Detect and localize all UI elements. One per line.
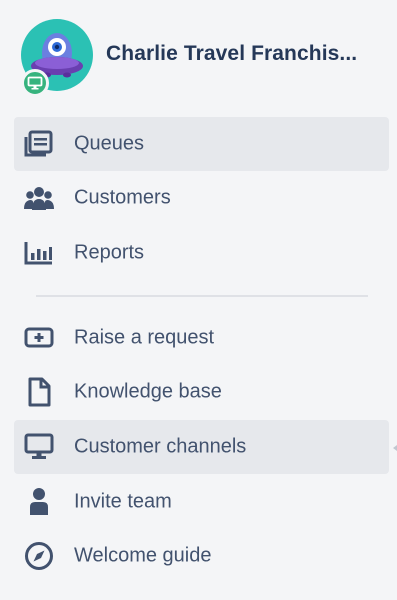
nav-label-reports: Reports (74, 241, 145, 264)
nav-item-knowledge-base[interactable]: Knowledge base (14, 365, 389, 419)
person-icon (24, 487, 54, 517)
nav-item-customers[interactable]: Customers (14, 171, 389, 225)
project-name[interactable]: Charlie Travel Franchis... (106, 42, 357, 66)
nav-label-welcome-guide: Welcome guide (74, 544, 212, 567)
nav-label-knowledge-base: Knowledge base (74, 380, 222, 403)
nav-label-customers: Customers (74, 186, 171, 209)
monitor-icon (27, 76, 43, 90)
monitor-icon (24, 432, 54, 462)
reports-icon (24, 238, 54, 268)
document-icon (24, 377, 54, 407)
nav-item-invite-team[interactable]: Invite team (14, 475, 389, 529)
nav-divider (36, 295, 368, 297)
project-header[interactable]: Charlie Travel Franchis... (16, 16, 386, 98)
nav-item-welcome-guide[interactable]: Welcome guide (14, 529, 389, 583)
nav-item-queues[interactable]: Queues (14, 117, 389, 171)
add-request-icon (24, 323, 54, 353)
nav-label-invite-team: Invite team (74, 490, 172, 513)
nav-label-customer-channels: Customer channels (74, 435, 247, 458)
nav-label-queues: Queues (74, 132, 145, 155)
collapse-handle-icon[interactable] (393, 445, 397, 451)
nav-label-raise-request: Raise a request (74, 326, 215, 349)
project-avatar-wrapper[interactable] (21, 19, 93, 97)
sidebar: Charlie Travel Franchis... Queues Custom… (0, 0, 397, 600)
compass-icon (24, 541, 54, 571)
nav-item-customer-channels[interactable]: Customer channels (14, 420, 389, 474)
customers-icon (24, 183, 54, 213)
project-type-badge (21, 69, 49, 97)
queues-icon (24, 129, 54, 159)
nav-item-raise-request[interactable]: Raise a request (14, 311, 389, 365)
nav-item-reports[interactable]: Reports (14, 226, 389, 280)
